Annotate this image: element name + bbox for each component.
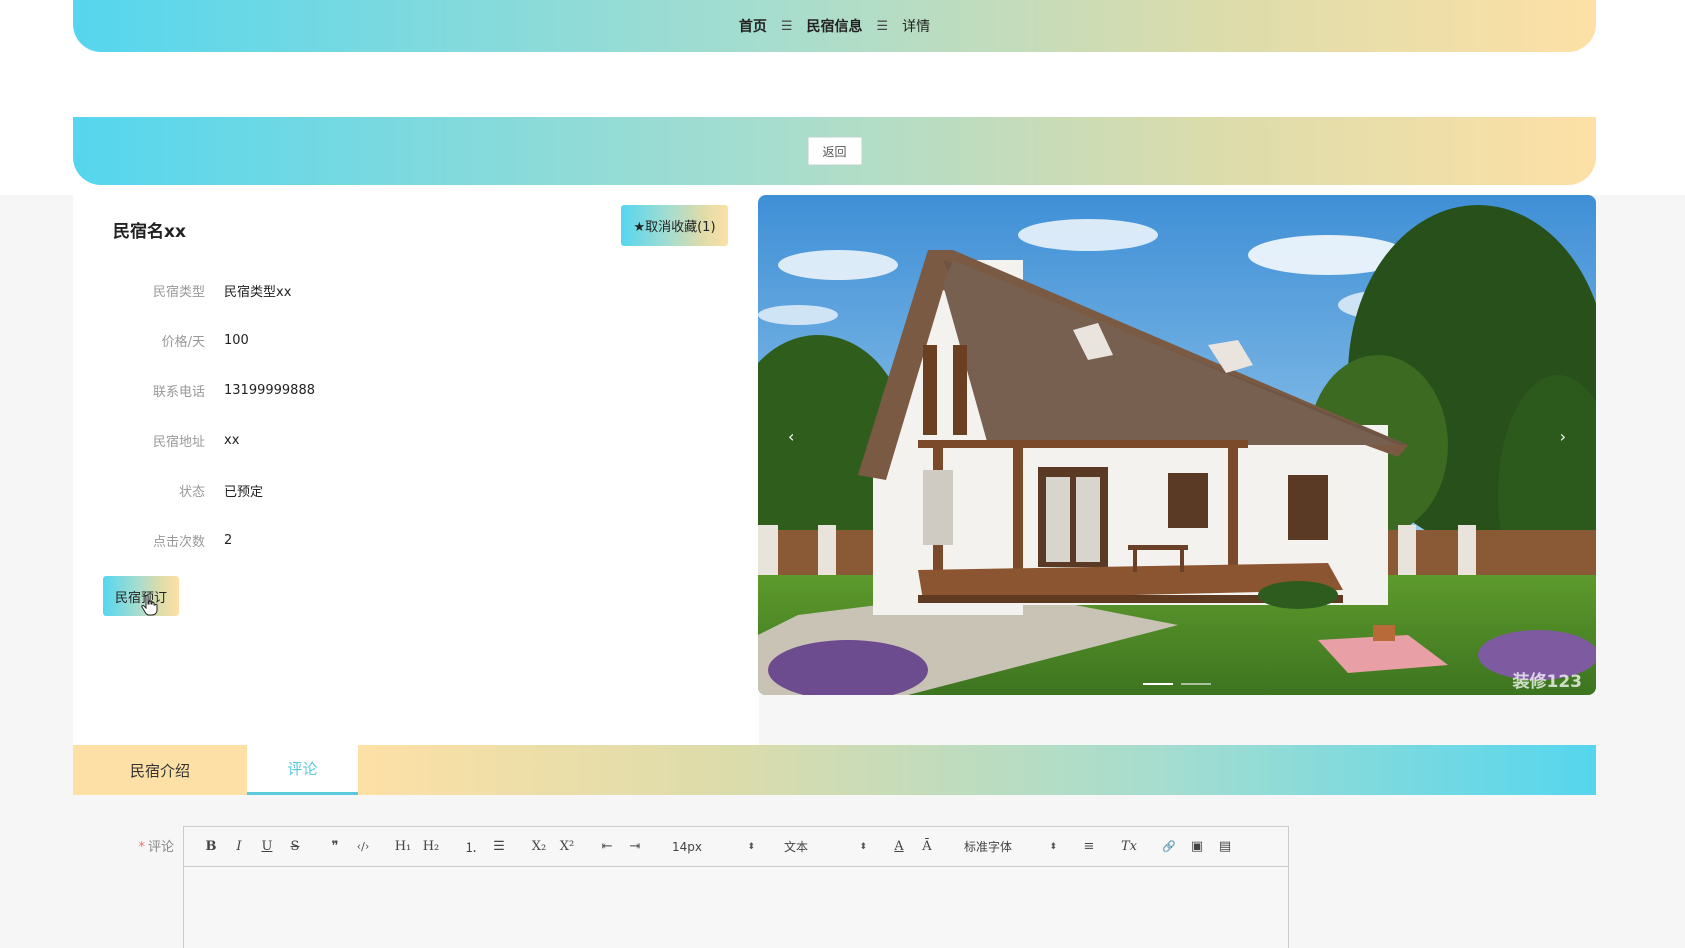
align-icon[interactable]: ≡ bbox=[1075, 835, 1103, 859]
field-value: 民宿类型xx bbox=[224, 284, 292, 300]
header-select[interactable]: 文本 ⬍ bbox=[773, 835, 873, 859]
subscript-icon[interactable]: X₂ bbox=[525, 835, 553, 859]
select-arrow-icon: ⬍ bbox=[747, 841, 755, 852]
field-click-count: 点击次数 2 bbox=[73, 530, 232, 550]
required-mark: * bbox=[138, 840, 145, 855]
photo-watermark: 装修123 bbox=[1512, 672, 1583, 692]
listing-title: 民宿名xx bbox=[113, 222, 186, 242]
carousel-next-arrow[interactable]: › bbox=[1560, 427, 1566, 446]
breadcrumb-separator-icon: ☰ bbox=[876, 18, 889, 34]
image-carousel[interactable]: ‹ › 装修123 bbox=[758, 195, 1596, 695]
field-value: 13199999888 bbox=[224, 382, 315, 398]
clear-format-icon[interactable]: Tx bbox=[1115, 835, 1143, 859]
tab-introduction[interactable]: 民宿介绍 bbox=[73, 745, 247, 795]
breadcrumb-home-link[interactable]: 首页 bbox=[739, 16, 767, 36]
field-label: 价格/天 bbox=[161, 334, 205, 350]
tabs-bar-fill bbox=[358, 745, 1596, 795]
bold-icon[interactable]: B bbox=[197, 835, 225, 859]
back-bar: 返回 bbox=[73, 117, 1596, 185]
field-value: xx bbox=[224, 432, 240, 448]
field-price-per-day: 价格/天 100 bbox=[73, 330, 249, 350]
link-icon[interactable]: 🔗 bbox=[1155, 835, 1183, 859]
field-phone: 联系电话 13199999888 bbox=[73, 380, 315, 400]
field-address: 民宿地址 xx bbox=[73, 430, 239, 450]
field-label: 状态 bbox=[178, 484, 205, 500]
unfavorite-button[interactable]: ★取消收藏(1) bbox=[621, 205, 728, 246]
breadcrumb: 首页 ☰ 民宿信息 ☰ 详情 bbox=[73, 0, 1596, 52]
breadcrumb-separator-icon: ☰ bbox=[780, 18, 793, 34]
select-arrow-icon: ⬍ bbox=[859, 841, 867, 852]
outdent-icon[interactable]: ⇤ bbox=[593, 835, 621, 859]
font-size-select[interactable]: 14px ⬍ bbox=[661, 835, 761, 859]
house-photo bbox=[758, 195, 1596, 695]
font-color-icon[interactable]: A bbox=[885, 835, 913, 859]
field-value: 2 bbox=[224, 532, 233, 548]
select-arrow-icon: ⬍ bbox=[1049, 841, 1057, 852]
code-block-icon[interactable]: ‹/› bbox=[349, 835, 377, 859]
comment-label-text: 评论 bbox=[147, 840, 174, 855]
editor-toolbar: B I U S ❞ ‹/› H₁ H₂ ⒈ ☰ X₂ X² ⇤ ⇥ 14px ⬍… bbox=[184, 827, 1288, 867]
carousel-indicator[interactable] bbox=[1143, 683, 1173, 685]
heading-2-icon[interactable]: H₂ bbox=[417, 835, 445, 859]
field-label: 民宿地址 bbox=[152, 434, 205, 450]
field-value: 100 bbox=[224, 332, 249, 348]
carousel-prev-arrow[interactable]: ‹ bbox=[788, 427, 794, 446]
header-value: 文本 bbox=[784, 840, 809, 854]
tab-comments[interactable]: 评论 bbox=[247, 745, 358, 795]
font-family-value: 标准字体 bbox=[964, 840, 1013, 854]
field-house-type: 民宿类型 民宿类型xx bbox=[73, 280, 291, 300]
font-size-value: 14px bbox=[672, 839, 702, 854]
field-status: 状态 已预定 bbox=[73, 480, 263, 500]
ordered-list-icon[interactable]: ⒈ bbox=[457, 835, 485, 859]
blockquote-icon[interactable]: ❞ bbox=[321, 835, 349, 859]
breadcrumb-section-link[interactable]: 民宿信息 bbox=[807, 16, 863, 36]
field-label: 点击次数 bbox=[152, 534, 205, 550]
bullet-list-icon[interactable]: ☰ bbox=[485, 835, 513, 859]
listing-info-panel: 民宿名xx ★取消收藏(1) 民宿类型 民宿类型xx 价格/天 100 联系电话… bbox=[73, 195, 759, 745]
heading-1-icon[interactable]: H₁ bbox=[389, 835, 417, 859]
italic-icon[interactable]: I bbox=[225, 835, 253, 859]
field-label: 联系电话 bbox=[152, 384, 205, 400]
hand-cursor-icon bbox=[141, 594, 158, 616]
carousel-indicator[interactable] bbox=[1181, 683, 1211, 685]
video-icon[interactable]: ▤ bbox=[1211, 835, 1239, 859]
comment-label: * 评论 bbox=[114, 836, 174, 855]
back-button[interactable]: 返回 bbox=[807, 137, 862, 165]
strikethrough-icon[interactable]: S bbox=[281, 835, 309, 859]
indent-icon[interactable]: ⇥ bbox=[621, 835, 649, 859]
background-color-icon[interactable]: Ā bbox=[913, 835, 941, 859]
image-icon[interactable]: ▣ bbox=[1183, 835, 1211, 859]
rich-text-editor: B I U S ❞ ‹/› H₁ H₂ ⒈ ☰ X₂ X² ⇤ ⇥ 14px ⬍… bbox=[183, 826, 1289, 948]
detail-tabs: 民宿介绍 评论 bbox=[73, 745, 1596, 795]
breadcrumb-current: 详情 bbox=[902, 19, 931, 35]
font-family-select[interactable]: 标准字体 ⬍ bbox=[953, 835, 1063, 859]
field-value: 已预定 bbox=[224, 484, 264, 500]
superscript-icon[interactable]: X² bbox=[553, 835, 581, 859]
field-label: 民宿类型 bbox=[152, 284, 205, 300]
underline-icon[interactable]: U bbox=[253, 835, 281, 859]
carousel-indicators bbox=[758, 683, 1596, 685]
